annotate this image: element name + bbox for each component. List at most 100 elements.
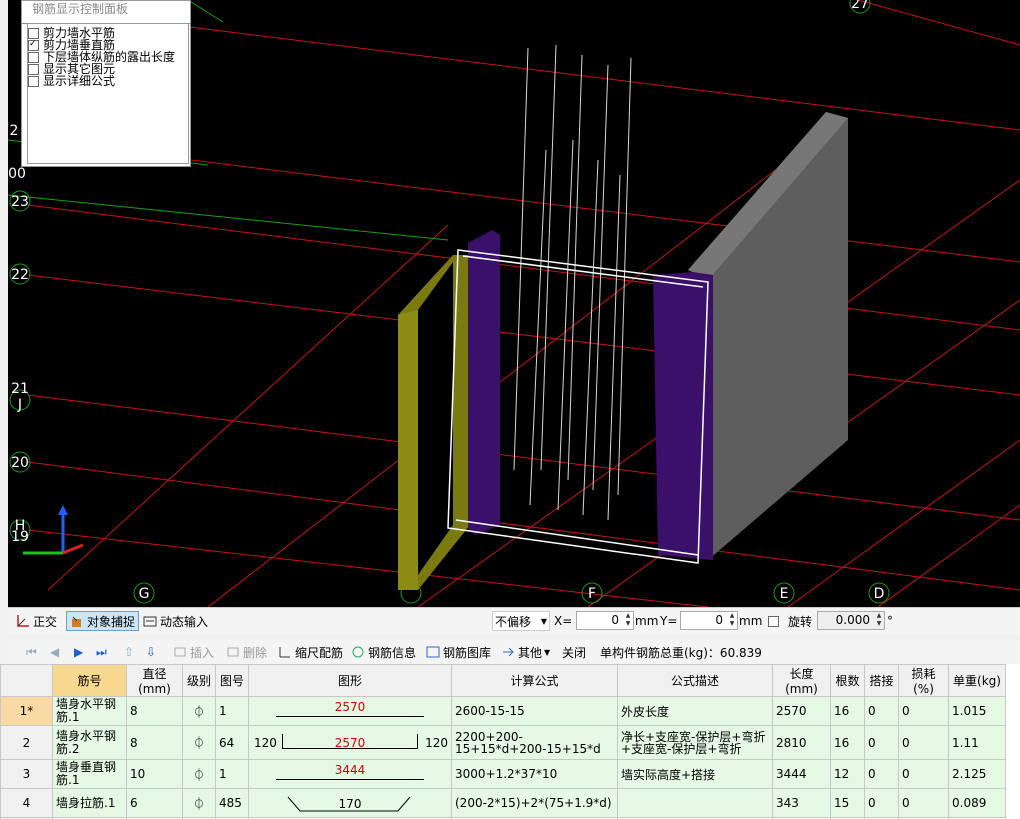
- cell-formula[interactable]: (200-2*15)+2*(75+1.9*d): [451, 788, 618, 818]
- rotate-input[interactable]: 0.000 ▲ ▼: [817, 611, 885, 630]
- ortho-button[interactable]: 正交: [16, 611, 57, 631]
- table-row[interactable]: 4 墙身拉筋.1 6 ⏀ 485 170 (200-2*15)+2*(75+1.…: [0, 788, 1006, 818]
- cell-length[interactable]: 2810: [772, 725, 831, 760]
- purple-columns[interactable]: [468, 230, 713, 560]
- checkbox[interactable]: [28, 75, 39, 87]
- cell-loss[interactable]: 0: [898, 696, 949, 726]
- first-record-icon[interactable]: ⏮: [26, 642, 37, 662]
- cell-unit-weight[interactable]: 1.11: [948, 725, 1006, 760]
- header-lap[interactable]: 搭接: [864, 664, 899, 697]
- cell-length[interactable]: 2570: [772, 696, 831, 726]
- cell-formula[interactable]: 2200+200-15+15*d+200-15+15*d: [451, 725, 618, 760]
- dynamic-input-button[interactable]: 动态输入: [143, 611, 208, 631]
- table-row[interactable]: 1* 墙身水平钢筋.1 8 ⏀ 1 2570 2600-15-15 外皮长度 2…: [0, 696, 1006, 726]
- option-show-formula[interactable]: 显示详细公式: [28, 75, 188, 87]
- cell-unit-weight[interactable]: 2.125: [948, 759, 1006, 789]
- cell-loss[interactable]: 0: [898, 759, 949, 789]
- cell-fig-number[interactable]: 1: [215, 696, 249, 726]
- offset-dropdown[interactable]: 不偏移 ▼: [492, 611, 550, 631]
- rebar-library-button[interactable]: 钢筋图库: [426, 642, 491, 662]
- header-shape[interactable]: 图形: [248, 664, 452, 697]
- cell-bar-number[interactable]: 墙身垂直钢筋.1: [52, 759, 127, 789]
- move-up-icon[interactable]: ⇧: [124, 642, 134, 662]
- checkbox[interactable]: [28, 63, 39, 75]
- rotate-spinner[interactable]: ▲ ▼: [874, 612, 884, 629]
- cell-loss[interactable]: 0: [898, 788, 949, 818]
- cell-bar-number[interactable]: 墙身拉筋.1: [52, 788, 127, 818]
- rebar-table[interactable]: 筋号 直径(mm) 级别 图号 图形 计算公式 公式描述 长度(mm) 根数 搭…: [0, 664, 1020, 819]
- y-coordinate-input[interactable]: 0 ▲ ▼: [680, 611, 738, 630]
- cell-count[interactable]: 15: [830, 788, 865, 818]
- yellow-frame[interactable]: [398, 255, 470, 590]
- scale-rebar-button[interactable]: 缩尺配筋: [278, 642, 343, 662]
- cell-fig-number[interactable]: 485: [215, 788, 249, 818]
- cell-description[interactable]: 墙实际高度+搭接: [617, 759, 773, 789]
- next-record-icon[interactable]: ▶: [74, 642, 83, 662]
- checkbox-checked[interactable]: [28, 38, 39, 51]
- cell-lap[interactable]: 0: [864, 696, 899, 726]
- cell-formula[interactable]: 3000+1.2*37*10: [451, 759, 618, 789]
- cell-shape[interactable]: 3444: [248, 759, 452, 789]
- cell-diameter[interactable]: 8: [126, 725, 183, 760]
- object-snap-button[interactable]: 对象捕捉: [66, 611, 140, 631]
- cell-lap[interactable]: 0: [864, 788, 899, 818]
- cell-diameter[interactable]: 8: [126, 696, 183, 726]
- row-number[interactable]: 4: [0, 788, 53, 818]
- cell-count[interactable]: 16: [830, 696, 865, 726]
- cell-grade[interactable]: ⏀: [182, 696, 216, 726]
- table-row[interactable]: 2 墙身水平钢筋.2 8 ⏀ 64 120 2570 120 2200+200-…: [0, 725, 1006, 760]
- cell-bar-number[interactable]: 墙身水平钢筋.2: [52, 725, 127, 760]
- prev-record-icon[interactable]: ◀: [50, 642, 59, 662]
- cell-grade[interactable]: ⏀: [182, 725, 216, 760]
- header-formula[interactable]: 计算公式: [451, 664, 618, 697]
- rotate-checkbox[interactable]: [768, 611, 783, 631]
- cell-shape[interactable]: 120 2570 120: [248, 725, 452, 760]
- cell-fig-number[interactable]: 64: [215, 725, 249, 760]
- header-grade[interactable]: 级别: [182, 664, 216, 697]
- cell-fig-number[interactable]: 1: [215, 759, 249, 789]
- move-down-icon[interactable]: ⇩: [146, 642, 156, 662]
- row-number[interactable]: 3: [0, 759, 53, 789]
- last-record-icon[interactable]: ⏭: [96, 642, 107, 662]
- cell-diameter[interactable]: 6: [126, 788, 183, 818]
- cell-formula[interactable]: 2600-15-15: [451, 696, 618, 726]
- cell-length[interactable]: 343: [772, 788, 831, 818]
- cell-shape[interactable]: 170: [248, 788, 452, 818]
- row-number[interactable]: 1*: [0, 696, 53, 726]
- checkbox[interactable]: [768, 615, 779, 627]
- cell-unit-weight[interactable]: 0.089: [948, 788, 1006, 818]
- header-unit-weight[interactable]: 单重(kg): [948, 664, 1006, 697]
- header-bar-number[interactable]: 筋号: [52, 664, 127, 697]
- table-row[interactable]: 3 墙身垂直钢筋.1 10 ⏀ 1 3444 3000+1.2*37*10 墙实…: [0, 759, 1006, 789]
- delete-button[interactable]: 删除: [226, 642, 267, 662]
- header-description[interactable]: 公式描述: [617, 664, 773, 697]
- header-length[interactable]: 长度(mm): [772, 664, 831, 697]
- cell-count[interactable]: 16: [830, 725, 865, 760]
- cell-grade[interactable]: ⏀: [182, 788, 216, 818]
- cell-lap[interactable]: 0: [864, 725, 899, 760]
- other-menu-button[interactable]: 其他 ▼: [501, 642, 550, 662]
- header-diameter[interactable]: 直径(mm): [126, 664, 183, 697]
- insert-button[interactable]: 插入: [173, 642, 214, 662]
- checkbox[interactable]: [28, 51, 39, 63]
- row-number[interactable]: 2: [0, 725, 53, 760]
- x-coordinate-input[interactable]: 0 ▲ ▼: [576, 611, 634, 630]
- 3d-viewport[interactable]: 27 23 22 21 J 20 H 19 G F E D 00 2 钢筋显示控…: [8, 0, 1020, 607]
- cell-diameter[interactable]: 10: [126, 759, 183, 789]
- header-count[interactable]: 根数: [830, 664, 865, 697]
- cell-description[interactable]: [617, 788, 773, 818]
- cell-lap[interactable]: 0: [864, 759, 899, 789]
- cell-grade[interactable]: ⏀: [182, 759, 216, 789]
- header-loss[interactable]: 损耗(%): [898, 664, 949, 697]
- cell-unit-weight[interactable]: 1.015: [948, 696, 1006, 726]
- cell-description[interactable]: 净长+支座宽-保护层+弯折+支座宽-保护层+弯折: [617, 725, 773, 760]
- cell-description[interactable]: 外皮长度: [617, 696, 773, 726]
- cell-bar-number[interactable]: 墙身水平钢筋.1: [52, 696, 127, 726]
- close-button[interactable]: 关闭: [562, 642, 586, 662]
- cell-loss[interactable]: 0: [898, 725, 949, 760]
- cell-count[interactable]: 12: [830, 759, 865, 789]
- cell-shape[interactable]: 2570: [248, 696, 452, 726]
- y-spinner[interactable]: ▲ ▼: [727, 612, 737, 629]
- cell-length[interactable]: 3444: [772, 759, 831, 789]
- rebar-info-button[interactable]: 钢筋信息: [351, 642, 416, 662]
